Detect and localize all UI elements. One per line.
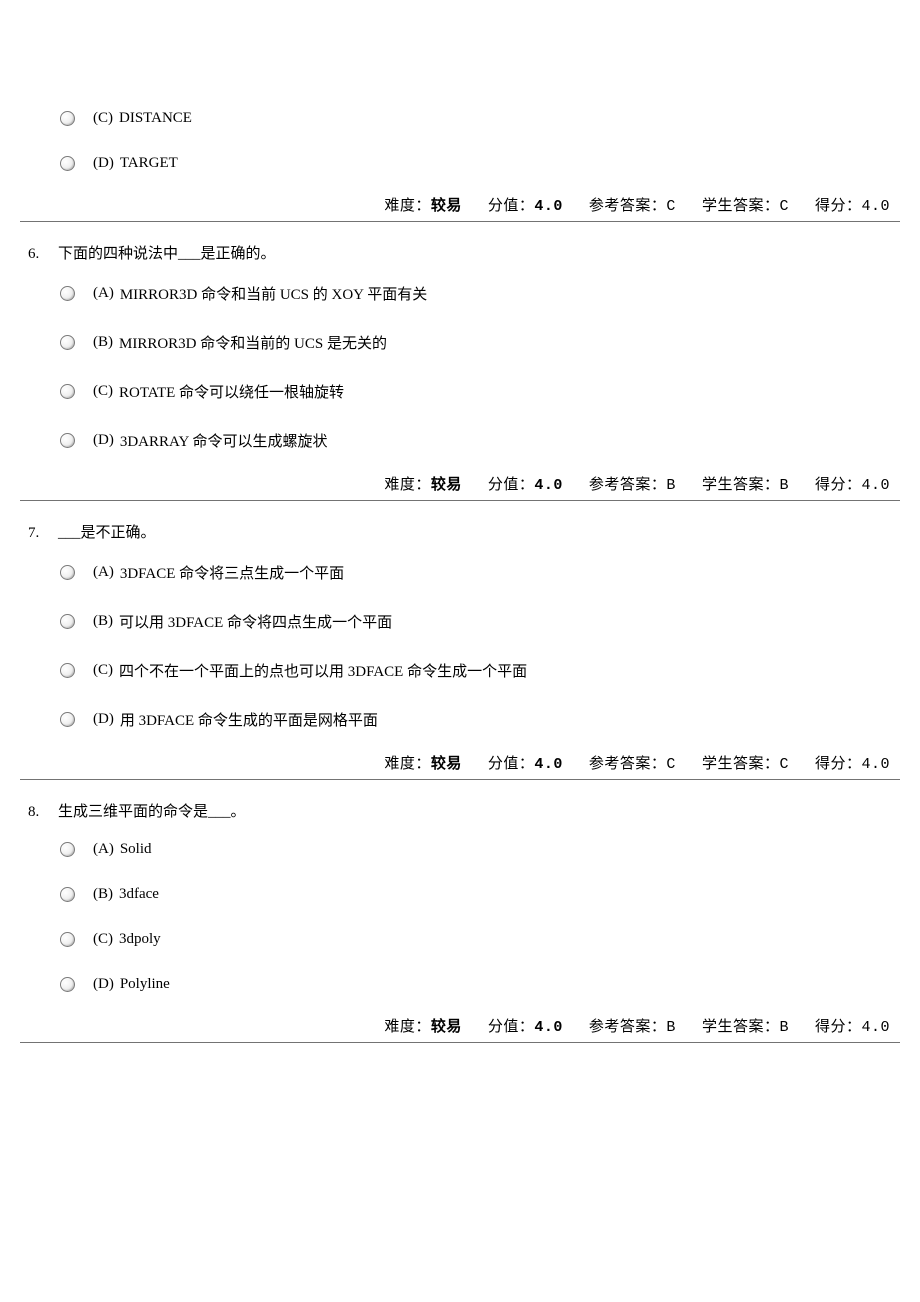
meta-student-answer: 学生答案：C: [702, 752, 789, 773]
option-label: (C): [93, 931, 113, 948]
meta-row: 难度：较易 分值：4.0 参考答案：C 学生答案：C 得分：4.0: [20, 752, 900, 773]
option-text: Polyline: [120, 976, 170, 993]
question-text: 生成三维平面的命令是___。: [58, 800, 900, 821]
option-row: (D) TARGET: [20, 155, 900, 172]
separator: [20, 500, 900, 501]
meta-difficulty: 难度：较易: [384, 1015, 462, 1036]
meta-points: 分值：4.0: [488, 473, 563, 494]
option-label: (D): [93, 155, 114, 172]
option-row: (C) 四个不在一个平面上的点也可以用 3DFACE 命令生成一个平面: [20, 660, 900, 681]
meta-points: 分值：4.0: [488, 1015, 563, 1036]
separator: [20, 779, 900, 780]
meta-ref-answer: 参考答案：C: [589, 194, 676, 215]
radio-icon[interactable]: [60, 614, 75, 629]
question-text: 下面的四种说法中___是正确的。: [58, 242, 900, 263]
radio-icon[interactable]: [60, 712, 75, 727]
page: (C) DISTANCE (D) TARGET 难度：较易 分值：4.0 参考答…: [0, 0, 920, 1083]
meta-score: 得分：4.0: [815, 752, 890, 773]
option-row: (D) Polyline: [20, 976, 900, 993]
option-label: (C): [93, 662, 113, 679]
option-text: 四个不在一个平面上的点也可以用 3DFACE 命令生成一个平面: [119, 660, 527, 681]
option-text: 用 3DFACE 命令生成的平面是网格平面: [120, 709, 378, 730]
option-label: (A): [93, 285, 114, 302]
radio-icon[interactable]: [60, 335, 75, 350]
question-7: 7. ___是不正确。 (A) 3DFACE 命令将三点生成一个平面 (B) 可…: [20, 501, 900, 780]
meta-score: 得分：4.0: [815, 1015, 890, 1036]
option-label: (B): [93, 886, 113, 903]
meta-difficulty: 难度：较易: [384, 752, 462, 773]
radio-icon[interactable]: [60, 111, 75, 126]
option-label: (A): [93, 841, 114, 858]
orphan-options: (C) DISTANCE (D) TARGET 难度：较易 分值：4.0 参考答…: [20, 0, 900, 222]
meta-student-answer: 学生答案：B: [702, 1015, 789, 1036]
question-8: 8. 生成三维平面的命令是___。 (A) Solid (B) 3dface (…: [20, 780, 900, 1043]
option-text: TARGET: [120, 155, 178, 172]
option-text: Solid: [120, 841, 152, 858]
meta-difficulty: 难度：较易: [384, 194, 462, 215]
option-label: (C): [93, 110, 113, 127]
option-label: (A): [93, 564, 114, 581]
question-text: ___是不正确。: [58, 521, 900, 542]
radio-icon[interactable]: [60, 433, 75, 448]
radio-icon[interactable]: [60, 887, 75, 902]
option-row: (B) 可以用 3DFACE 命令将四点生成一个平面: [20, 611, 900, 632]
option-text: MIRROR3D 命令和当前的 UCS 是无关的: [119, 332, 387, 353]
question-number: 8.: [28, 804, 58, 821]
question-header: 7. ___是不正确。: [20, 521, 900, 542]
option-text: MIRROR3D 命令和当前 UCS 的 XOY 平面有关: [120, 283, 427, 304]
radio-icon[interactable]: [60, 565, 75, 580]
option-text: 可以用 3DFACE 命令将四点生成一个平面: [119, 611, 392, 632]
option-label: (D): [93, 432, 114, 449]
meta-difficulty: 难度：较易: [384, 473, 462, 494]
option-row: (A) 3DFACE 命令将三点生成一个平面: [20, 562, 900, 583]
meta-student-answer: 学生答案：C: [702, 194, 789, 215]
radio-icon[interactable]: [60, 286, 75, 301]
separator: [20, 221, 900, 222]
option-row: (D) 用 3DFACE 命令生成的平面是网格平面: [20, 709, 900, 730]
option-row: (A) Solid: [20, 841, 900, 858]
meta-row: 难度：较易 分值：4.0 参考答案：C 学生答案：C 得分：4.0: [20, 194, 900, 215]
option-text: ROTATE 命令可以绕任一根轴旋转: [119, 381, 344, 402]
option-text: 3dpoly: [119, 931, 161, 948]
question-number: 7.: [28, 525, 58, 542]
option-row: (C) ROTATE 命令可以绕任一根轴旋转: [20, 381, 900, 402]
option-label: (C): [93, 383, 113, 400]
meta-ref-answer: 参考答案：C: [589, 752, 676, 773]
radio-icon[interactable]: [60, 663, 75, 678]
meta-row: 难度：较易 分值：4.0 参考答案：B 学生答案：B 得分：4.0: [20, 473, 900, 494]
option-row: (A) MIRROR3D 命令和当前 UCS 的 XOY 平面有关: [20, 283, 900, 304]
meta-ref-answer: 参考答案：B: [589, 1015, 676, 1036]
option-text: DISTANCE: [119, 110, 192, 127]
question-number: 6.: [28, 246, 58, 263]
meta-student-answer: 学生答案：B: [702, 473, 789, 494]
question-header: 8. 生成三维平面的命令是___。: [20, 800, 900, 821]
option-row: (B) MIRROR3D 命令和当前的 UCS 是无关的: [20, 332, 900, 353]
question-6: 6. 下面的四种说法中___是正确的。 (A) MIRROR3D 命令和当前 U…: [20, 222, 900, 501]
radio-icon[interactable]: [60, 384, 75, 399]
option-label: (D): [93, 976, 114, 993]
radio-icon[interactable]: [60, 932, 75, 947]
option-text: 3DARRAY 命令可以生成螺旋状: [120, 430, 328, 451]
radio-icon[interactable]: [60, 977, 75, 992]
meta-row: 难度：较易 分值：4.0 参考答案：B 学生答案：B 得分：4.0: [20, 1015, 900, 1036]
meta-points: 分值：4.0: [488, 194, 563, 215]
option-label: (B): [93, 613, 113, 630]
radio-icon[interactable]: [60, 156, 75, 171]
question-header: 6. 下面的四种说法中___是正确的。: [20, 242, 900, 263]
option-row: (C) 3dpoly: [20, 931, 900, 948]
option-label: (D): [93, 711, 114, 728]
meta-score: 得分：4.0: [815, 194, 890, 215]
option-row: (B) 3dface: [20, 886, 900, 903]
separator: [20, 1042, 900, 1043]
option-row: (C) DISTANCE: [20, 110, 900, 127]
meta-points: 分值：4.0: [488, 752, 563, 773]
radio-icon[interactable]: [60, 842, 75, 857]
meta-score: 得分：4.0: [815, 473, 890, 494]
option-label: (B): [93, 334, 113, 351]
option-text: 3DFACE 命令将三点生成一个平面: [120, 562, 344, 583]
meta-ref-answer: 参考答案：B: [589, 473, 676, 494]
option-text: 3dface: [119, 886, 159, 903]
option-row: (D) 3DARRAY 命令可以生成螺旋状: [20, 430, 900, 451]
